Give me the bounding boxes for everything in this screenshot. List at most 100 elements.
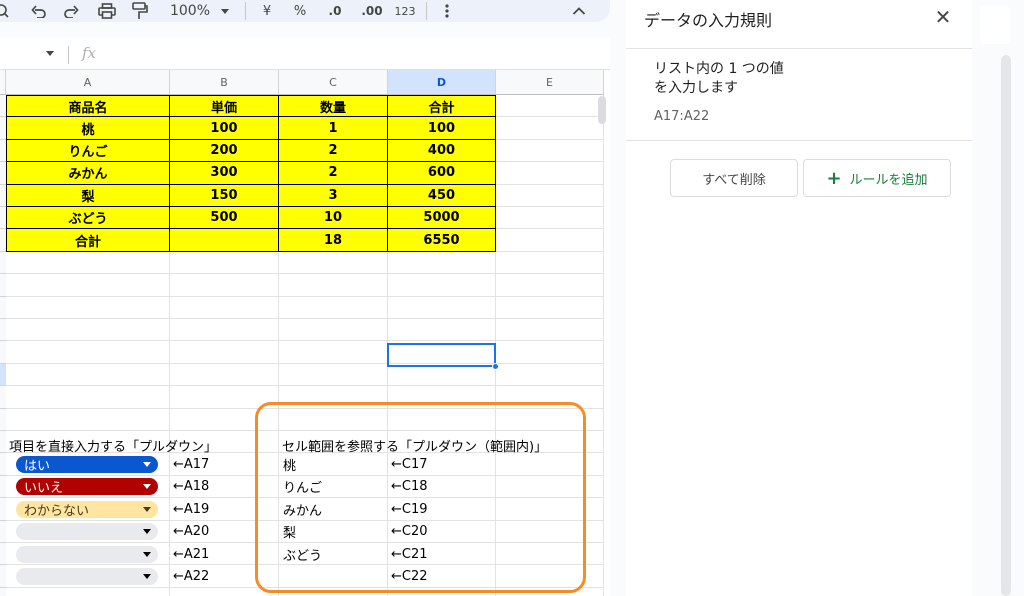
table-cell[interactable]: 5000 [387,206,496,230]
row-header[interactable] [0,386,6,409]
search-icon[interactable] [0,0,10,22]
table-cell[interactable]: 300 [169,161,279,185]
zoom-value[interactable]: 100% [164,0,216,22]
row-header[interactable] [0,587,6,596]
row-header[interactable] [0,431,6,454]
add-rule-label: ルールを追加 [849,172,928,188]
panel-scrollbar[interactable] [1001,55,1011,596]
table-cell[interactable]: 200 [169,138,279,163]
row-header[interactable] [0,565,6,588]
table-cell[interactable]: 100 [169,116,279,140]
table-cell[interactable]: ぶどう [6,206,170,230]
chevron-down-icon [143,551,151,557]
row-header[interactable] [0,475,6,499]
gridline [6,340,604,342]
table-cell[interactable]: 100 [387,116,496,140]
table-cell[interactable]: 梨 [6,183,170,207]
table-cell[interactable]: 18 [278,228,388,252]
dropdown-chip[interactable]: いいえ [16,478,158,496]
panel-title: データの入力規則 [644,11,773,30]
column-header-b[interactable]: B [170,70,279,95]
zoom-dropdown-icon[interactable] [216,0,234,22]
table-cell[interactable]: 単価 [169,95,279,119]
table-cell[interactable] [169,228,279,252]
gridline [6,362,604,364]
currency-format-button[interactable]: ¥ [256,0,278,22]
toolbar-divider [426,2,427,20]
column-header-e[interactable]: E [496,70,604,95]
reference-note: ←A22 [173,569,210,585]
row-header[interactable] [0,453,6,476]
column-header-d[interactable]: D [388,70,496,95]
table-cell[interactable]: 桃 [6,116,170,140]
table-cell[interactable]: 2 [278,138,388,163]
collapse-toolbar-icon[interactable] [568,0,590,22]
table-cell[interactable]: 3 [278,183,388,207]
reference-note: ←A21 [173,546,210,562]
row-header[interactable] [0,520,6,543]
percent-format-button[interactable]: % [288,0,312,22]
delete-all-button[interactable]: すべて削除 [670,159,798,197]
row-header[interactable] [0,319,6,342]
selected-cell-d13[interactable] [387,343,496,367]
column-header-a[interactable]: A [6,70,170,95]
print-icon[interactable] [94,0,120,22]
data-validation-panel: データの入力規則 ✕ リスト内の 1 つの値 を入力します A17:A22 すべ… [626,0,972,596]
row-header[interactable] [0,274,6,297]
formula-bar-divider [68,46,69,64]
name-box-dropdown-icon[interactable] [46,51,54,56]
dropdown-chip[interactable] [16,567,158,585]
row-header[interactable] [0,363,6,387]
dropdown-chip[interactable] [16,545,158,563]
number-format-button[interactable]: 123 [390,0,420,22]
gridline [603,95,604,596]
add-rule-button[interactable]: + ルールを追加 [803,159,951,197]
fill-handle[interactable] [492,363,499,370]
dropdown-chip[interactable]: わからない [16,500,158,519]
row-header[interactable] [0,296,6,319]
table-cell[interactable]: りんご [6,138,170,163]
row-header[interactable] [0,341,6,364]
table-cell[interactable]: 商品名 [6,95,170,119]
paint-format-icon[interactable] [127,0,153,22]
rule-range: A17:A22 [654,109,710,124]
increase-decimal-button[interactable]: .00 [356,0,388,22]
row-header[interactable] [0,251,6,275]
dropdown-chip[interactable] [16,523,158,541]
row-header[interactable] [0,408,6,431]
fx-icon: fx [82,44,97,62]
table-cell[interactable]: 合計 [387,95,496,119]
close-icon[interactable]: ✕ [932,5,954,29]
table-cell[interactable]: 150 [169,183,279,207]
undo-icon[interactable] [27,0,51,22]
panel-divider [626,140,972,141]
table-cell[interactable]: 6550 [387,228,496,252]
grid-vertical-scrollbar[interactable] [598,96,606,124]
side-strip-card [980,6,1010,44]
row-header[interactable] [0,543,6,566]
dropdown-value: わからない [24,503,90,519]
table-cell[interactable]: 2 [278,161,388,185]
dropdown-chip[interactable]: はい [16,455,158,474]
table-cell[interactable]: みかん [6,161,170,185]
table-cell[interactable]: 450 [387,183,496,207]
decrease-decimal-label: .0 [328,4,342,18]
chevron-down-icon [143,506,151,512]
decrease-decimal-button[interactable]: .0 [320,0,350,22]
table-cell[interactable]: 600 [387,161,496,185]
column-header-c[interactable]: C [279,70,388,95]
increase-decimal-label: .00 [361,4,383,18]
table-cell[interactable]: 500 [169,206,279,230]
table-cell[interactable]: 数量 [278,95,388,119]
reference-note: ←A17 [173,457,210,473]
table-cell[interactable]: 10 [278,206,388,230]
table-cell[interactable]: 400 [387,138,496,163]
rule-summary[interactable]: リスト内の 1 つの値 を入力します [654,60,784,98]
table-cell[interactable]: 1 [278,116,388,140]
table-cell[interactable]: 合計 [6,228,170,252]
reference-note: ←A20 [173,524,210,540]
more-options-icon[interactable] [437,0,457,22]
redo-icon[interactable] [59,0,83,22]
annotation-highlight-box [255,402,586,593]
row-header[interactable] [0,498,6,521]
